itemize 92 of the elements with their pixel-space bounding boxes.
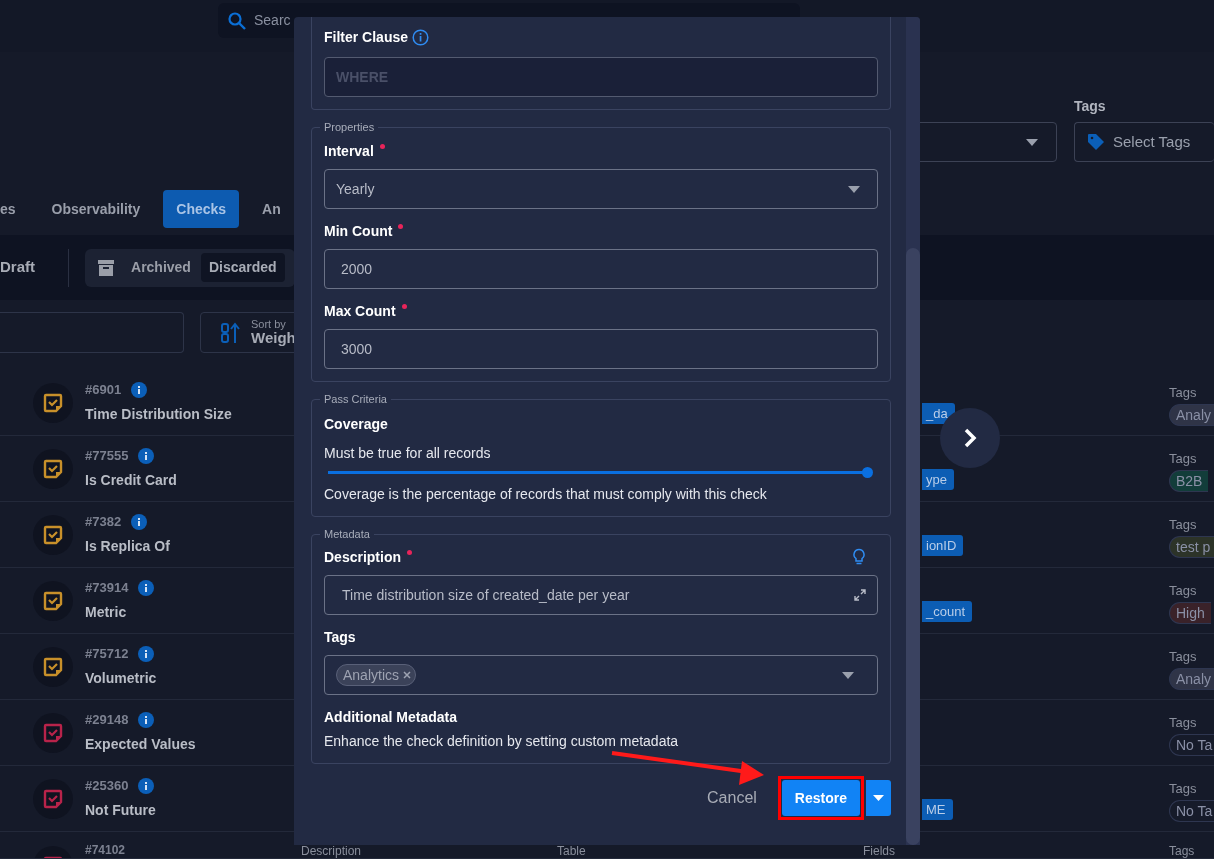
dropdown-button[interactable] <box>866 780 891 816</box>
caret-icon[interactable] <box>848 185 860 193</box>
field-label: Coverage <box>324 415 388 434</box>
check-title: Metric <box>85 603 127 623</box>
field-label: Additional Metadata <box>324 708 457 727</box>
search-placeholder: Searc <box>254 11 291 30</box>
tab[interactable]: es <box>0 190 29 228</box>
check-number: #73914 <box>85 578 129 597</box>
info-icon[interactable] <box>138 711 155 728</box>
check-title: Time Distribution Size <box>85 405 232 425</box>
field-label: Interval <box>324 142 374 161</box>
tag-chip: No Ta <box>1169 734 1214 757</box>
number-input[interactable]: 2000 <box>324 249 878 289</box>
tag-icon <box>1087 133 1105 151</box>
caret-icon <box>873 795 884 801</box>
check-title: Is Replica Of <box>85 537 170 557</box>
field-chip: ME <box>922 798 953 821</box>
filter-tab[interactable]: Draft <box>0 252 43 283</box>
check-number: #74102 <box>85 844 127 857</box>
field-label: Max Count <box>324 302 396 321</box>
tag-chip: Analy <box>1169 668 1214 691</box>
field-chip: ionID <box>922 534 964 557</box>
info-icon[interactable] <box>138 645 155 662</box>
check-title: Volumetric <box>85 669 157 689</box>
check-number: #75712 <box>85 644 129 663</box>
column-label: Tags <box>1169 845 1195 858</box>
column-label: Fields <box>863 845 896 858</box>
section-legend: Pass Criteria <box>320 393 391 406</box>
caret-icon[interactable] <box>1026 138 1038 146</box>
description-field[interactable]: Time distribution size of created_date per year <box>324 575 878 615</box>
field-chip: ype <box>922 468 954 491</box>
archive-icon <box>97 258 115 277</box>
help-text: Enhance the check definition by setting custom metadata <box>324 732 680 751</box>
tags-label: Tags <box>1169 383 1197 402</box>
check-number: #25360 <box>85 776 129 795</box>
tag-chip: B2B <box>1169 470 1209 493</box>
info-icon[interactable] <box>131 381 148 398</box>
check-number: #29148 <box>85 710 129 729</box>
tab[interactable]: Checks <box>163 190 240 228</box>
check-title: Expected Values <box>85 735 196 755</box>
info-icon[interactable] <box>138 447 155 464</box>
section-legend: Properties <box>320 121 379 134</box>
cancel-button[interactable]: Cancel <box>698 779 766 817</box>
check-number: #6901 <box>85 380 122 399</box>
tab[interactable]: Observability <box>38 190 154 228</box>
section-legend: Metadata <box>320 528 374 541</box>
field-chip: _count <box>922 600 973 623</box>
column-label: Description <box>301 845 363 858</box>
tags-select[interactable]: Analytics <box>324 655 878 695</box>
sort-icon <box>221 321 241 344</box>
tags-label: Tags <box>1169 515 1197 534</box>
tag-chip: test p <box>1169 536 1214 559</box>
check-number: #7382 <box>85 512 122 531</box>
chevron-right-icon <box>963 427 977 449</box>
tag-chip: No Ta <box>1169 800 1214 823</box>
field-label: Filter Clause <box>324 28 409 47</box>
field-label: Description <box>324 548 401 567</box>
info-icon[interactable] <box>138 777 155 794</box>
scrollbar[interactable] <box>906 17 920 845</box>
tags-label: Tags <box>1169 779 1197 798</box>
archived-label: Archived <box>131 258 191 277</box>
coverage-caption: Must be true for all records <box>324 444 492 463</box>
tag-chip: Analy <box>1169 404 1214 427</box>
help-text: Coverage is the percentage of records that must comply with this check <box>324 485 768 504</box>
tab[interactable]: An <box>249 190 294 228</box>
remove-icon[interactable] <box>403 671 412 679</box>
tag-chip: High <box>1169 602 1211 625</box>
tags-label: Tags <box>1169 647 1197 666</box>
lightbulb-icon[interactable] <box>852 548 866 566</box>
field-label: Tags <box>324 628 356 647</box>
number-input[interactable]: 3000 <box>324 329 878 369</box>
tags-label: Tags <box>1169 449 1197 468</box>
info-icon[interactable] <box>138 579 155 596</box>
tag-chip[interactable]: Analytics <box>336 664 417 686</box>
check-title: Not Future <box>85 801 156 821</box>
field-label: Tags <box>1074 97 1107 116</box>
filter-option[interactable]: Discarded <box>200 253 285 282</box>
tags-label: Tags <box>1169 581 1197 600</box>
coverage-slider[interactable] <box>328 467 874 478</box>
restore-button[interactable]: Restore <box>781 780 860 816</box>
field-label: Min Count <box>324 222 393 241</box>
field-chip: _da <box>922 402 955 425</box>
caret-icon[interactable] <box>842 671 854 679</box>
tags-label: Tags <box>1169 713 1197 732</box>
check-number: #77555 <box>85 446 129 465</box>
search-icon <box>228 11 246 30</box>
column-label: Table <box>557 845 587 858</box>
interval-select[interactable]: Yearly <box>324 169 878 209</box>
expand-icon[interactable] <box>854 589 866 601</box>
check-title: Is Credit Card <box>85 471 177 491</box>
search-input[interactable] <box>0 312 184 353</box>
info-icon[interactable] <box>131 513 148 530</box>
